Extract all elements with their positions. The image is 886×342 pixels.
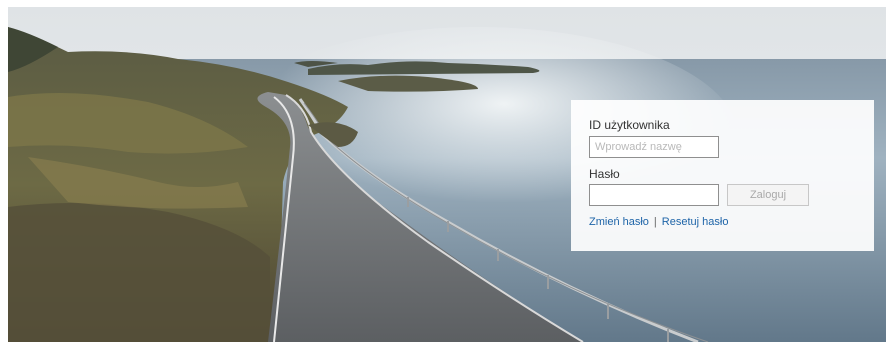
user-id-input[interactable] bbox=[589, 136, 719, 158]
reset-password-link[interactable]: Resetuj hasło bbox=[662, 216, 729, 228]
login-panel: ID użytkownika Hasło Zaloguj Zmień hasło… bbox=[571, 100, 874, 251]
account-links: Zmień hasło | Resetuj hasło bbox=[589, 216, 728, 228]
user-id-label: ID użytkownika bbox=[589, 118, 670, 132]
change-password-link[interactable]: Zmień hasło bbox=[589, 216, 649, 228]
link-separator: | bbox=[653, 216, 657, 228]
password-input[interactable] bbox=[589, 184, 719, 206]
login-button[interactable]: Zaloguj bbox=[727, 184, 809, 206]
password-label: Hasło bbox=[589, 167, 620, 181]
